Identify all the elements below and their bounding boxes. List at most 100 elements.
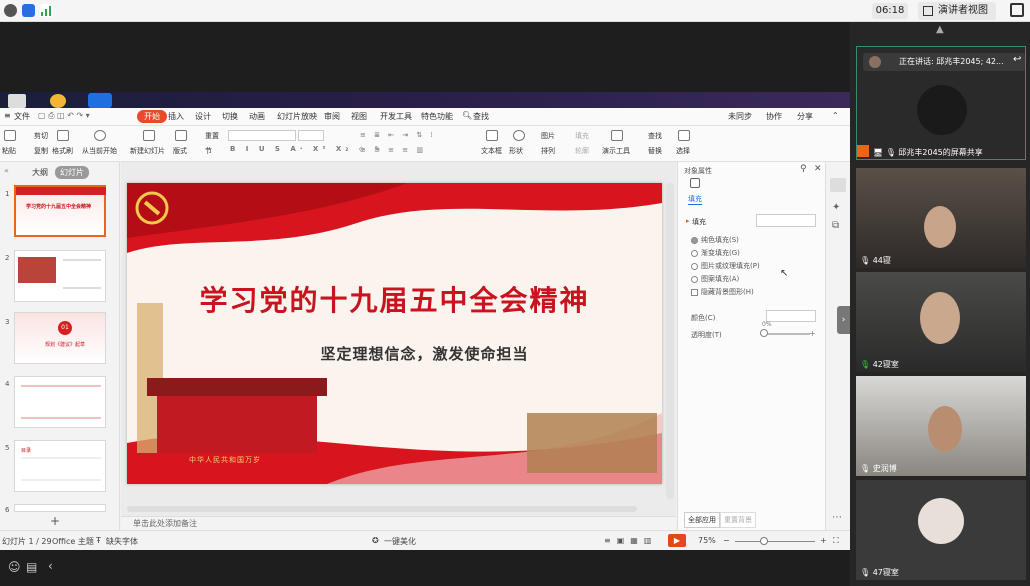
slide-thumb-4[interactable] — [14, 376, 106, 428]
copy-style-icon[interactable]: ⧉ — [832, 220, 839, 231]
slide-thumb-6[interactable] — [14, 504, 106, 512]
menu-file[interactable]: 文件 — [14, 111, 30, 122]
collapse-panel-icon[interactable]: « — [4, 166, 9, 175]
share-button[interactable]: 分享 — [797, 111, 813, 122]
shape-button[interactable]: 形状 — [509, 146, 523, 156]
scroll-up-icon[interactable]: ▲ — [936, 24, 944, 35]
color-dropdown[interactable] — [766, 310, 816, 322]
close-icon[interactable]: ✕ — [814, 164, 822, 174]
screen-share-tile[interactable]: 正在讲话: 邱兆丰2045; 42... ↩ 🖥︎ 🎙︎ 邱兆丰2045的屏幕共… — [856, 46, 1026, 160]
presenter-tools-icon[interactable] — [611, 130, 623, 141]
font-size-field[interactable] — [298, 130, 324, 141]
emoji-icon[interactable]: ☺ — [8, 560, 21, 574]
radio-selected[interactable] — [691, 236, 698, 244]
copy-button[interactable]: 复制 — [34, 146, 48, 156]
menu-review[interactable]: 审阅 — [324, 111, 340, 122]
missing-fonts[interactable]: 缺失字体 — [106, 536, 138, 547]
theme-name[interactable]: Office 主题 — [52, 536, 94, 547]
font-name-field[interactable] — [228, 130, 296, 141]
option-picture-fill[interactable]: 图片或纹理填充(P) — [691, 261, 760, 271]
participant-tile-2[interactable]: 🎙︎ 42寝室 — [856, 272, 1026, 372]
sync-status[interactable]: 未同步 — [728, 111, 752, 122]
qq-icon[interactable] — [50, 94, 66, 108]
paste-button[interactable]: 粘贴 — [2, 146, 16, 156]
option-gradient-fill[interactable]: 渐变填充(G) — [691, 248, 740, 258]
format-painter-icon[interactable] — [57, 130, 69, 141]
zoom-in-button[interactable]: + — [820, 536, 827, 545]
fit-window-icon[interactable]: ⛶ — [833, 536, 839, 546]
radio[interactable] — [691, 275, 698, 283]
slideshow-play-button[interactable]: ▶ — [668, 534, 686, 547]
horizontal-scrollbar[interactable] — [127, 506, 637, 512]
vertical-scrollbar[interactable] — [666, 183, 674, 499]
play-from-current-button[interactable]: 从当前开始 — [82, 146, 117, 156]
fill-type-dropdown[interactable] — [756, 214, 816, 227]
participant-tile-4[interactable]: 🎙︎ 47寝室 — [856, 480, 1026, 580]
layout-grid-icon[interactable] — [175, 130, 187, 141]
menu-transitions[interactable]: 切换 — [222, 111, 238, 122]
paste-icon[interactable] — [4, 130, 16, 141]
presenter-tools-button[interactable]: 演示工具 — [602, 146, 630, 156]
reset-background-button[interactable]: 重置背景 — [720, 512, 756, 528]
select-icon[interactable] — [678, 130, 690, 141]
quick-access-icons[interactable]: ▢ ⎙ ◫ ↶ ↷ ▾ — [38, 111, 90, 121]
fill-button[interactable]: 填充 — [575, 131, 589, 141]
transparency-slider-handle[interactable] — [760, 329, 768, 337]
arrange-button[interactable]: 排列 — [541, 146, 555, 156]
replace-button[interactable]: 替换 — [648, 146, 662, 156]
alignment-tools[interactable]: ≡ ≡ ≡ ≡ ▥ — [360, 146, 426, 154]
participant-tile-1[interactable]: 🎙︎ 44寝 — [856, 168, 1026, 268]
menu-home[interactable]: 开始 — [137, 110, 167, 123]
textbox-button[interactable]: 文本框 — [481, 146, 502, 156]
hamburger-icon[interactable]: ≡ — [4, 111, 11, 120]
add-slide-icon[interactable]: + — [50, 514, 60, 528]
slide-thumb-3[interactable]: 01 规划《建议》起草 — [14, 312, 106, 364]
back-arrow-icon[interactable]: ↩ — [1013, 54, 1021, 65]
zoom-slider-handle[interactable] — [760, 537, 768, 545]
new-slide-icon[interactable] — [143, 130, 155, 141]
play-icon[interactable] — [94, 130, 106, 141]
layout-button[interactable]: 版式 — [173, 146, 187, 156]
checkbox[interactable] — [691, 288, 698, 296]
find-button[interactable]: 查找 — [648, 131, 662, 141]
view-mode-buttons[interactable]: ≡▣▦▥ — [604, 536, 657, 545]
format-painter-button[interactable]: 格式刷 — [52, 146, 73, 156]
search-icon[interactable]: 🔍︎ — [462, 111, 472, 120]
slide-thumb-2[interactable] — [14, 250, 106, 302]
zoom-level[interactable]: 75% — [698, 536, 716, 545]
menu-insert[interactable]: 插入 — [168, 111, 184, 122]
transparency-increase[interactable]: + — [809, 329, 816, 338]
tab-slides[interactable]: 幻灯片 — [55, 166, 89, 179]
presenter-view-button[interactable]: 演讲者视图 ▾ — [918, 2, 996, 34]
desktop-icon[interactable] — [8, 94, 26, 108]
properties-toggle-icon[interactable] — [830, 178, 846, 192]
section-button[interactable]: 节 — [205, 146, 212, 156]
chat-icon[interactable]: ▤ — [26, 560, 37, 574]
paragraph-tools[interactable]: ≡ ≣ ⇤ ⇥ ⇅ ⁞ — [360, 131, 436, 139]
mail-icon[interactable] — [88, 93, 112, 108]
participant-tile-3[interactable]: 🎙︎ 史润博 — [856, 376, 1026, 476]
radio[interactable] — [691, 249, 698, 257]
menu-slideshow[interactable]: 幻灯片放映 — [277, 111, 317, 122]
textbox-icon[interactable] — [486, 130, 498, 141]
shape-icon[interactable] — [513, 130, 525, 141]
collapse-ribbon-icon[interactable]: ⌃ — [832, 111, 839, 120]
hide-background-checkbox[interactable]: 隐藏背景图形(H) — [691, 287, 754, 297]
zoom-slider[interactable] — [735, 541, 815, 542]
apply-all-button[interactable]: 全部应用 — [684, 512, 720, 528]
shield-icon[interactable] — [22, 4, 35, 17]
outline-button[interactable]: 轮廓 — [575, 146, 589, 156]
tab-fill[interactable]: 填充 — [688, 194, 702, 205]
menu-animations[interactable]: 动画 — [249, 111, 265, 122]
picture-button[interactable]: 图片 — [541, 131, 555, 141]
reset-button[interactable]: 重置 — [205, 131, 219, 141]
collab-button[interactable]: 协作 — [766, 111, 782, 122]
fill-bucket-icon[interactable] — [690, 178, 700, 188]
slide-title[interactable]: 学习党的十九届五中全会精神 — [127, 279, 662, 319]
info-icon[interactable] — [4, 4, 17, 17]
slide-thumb-5[interactable]: 目录 — [14, 440, 106, 492]
beautify-button[interactable]: 一键美化 — [384, 536, 416, 547]
cut-button[interactable]: 剪切 — [34, 131, 48, 141]
chevron-left-icon[interactable]: ‹ — [48, 559, 53, 573]
radio[interactable] — [691, 262, 698, 270]
